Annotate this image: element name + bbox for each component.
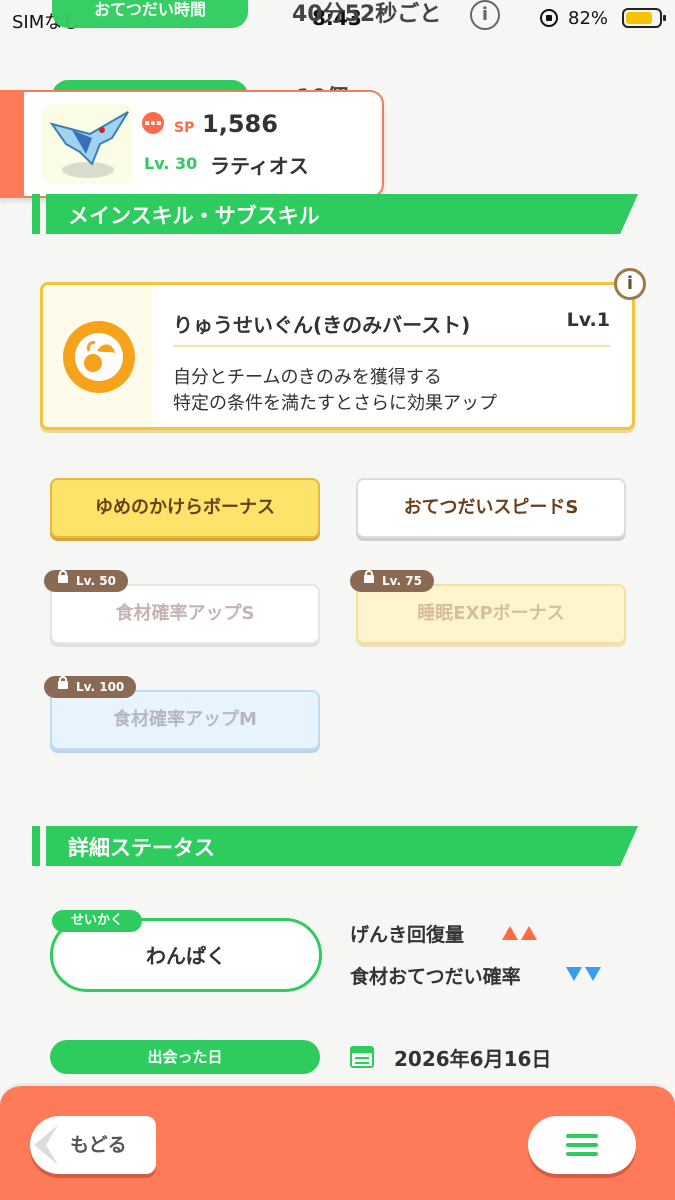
details-section-header: 詳細ステータス — [32, 826, 638, 866]
lock-icon — [58, 570, 68, 583]
up-arrows-icon — [502, 925, 540, 944]
card-stripe — [0, 90, 24, 198]
skills-section-header: メインスキル・サブスキル — [32, 194, 638, 234]
nature-up-label: げんき回復量 — [350, 924, 465, 946]
battery-fill — [626, 12, 652, 24]
pokemon-portrait — [42, 104, 132, 184]
subskill-helping-speed-s[interactable]: おてつだいスピードS — [356, 478, 626, 538]
subskill-dream-shard-bonus[interactable]: ゆめのかけらボーナス — [50, 478, 320, 538]
pokemon-card[interactable] — [0, 90, 384, 198]
pokemon-name: ラティオス — [210, 154, 309, 178]
nature-name: わんぱく — [146, 944, 226, 968]
met-date-value: 2026年6月16日 — [394, 1047, 552, 1071]
main-skill-level: Lv.1 — [566, 309, 610, 331]
back-button[interactable]: もどる — [30, 1116, 156, 1174]
header-accent — [32, 826, 40, 866]
help-info-icon[interactable]: i — [470, 0, 500, 30]
lock-level: Lv. 50 — [76, 574, 116, 588]
main-skill-desc-1: 自分とチームのきのみを獲得する — [173, 367, 442, 388]
sp-label: SP — [174, 120, 195, 136]
nature-tag: せいかく — [52, 910, 142, 932]
latios-icon — [49, 111, 129, 178]
help-time-value: 40分52秒ごと — [292, 2, 442, 27]
nature-down-label: 食材おてつだい確率 — [350, 966, 521, 988]
details-section-title: 詳細ステータス — [68, 836, 215, 860]
header-accent — [32, 194, 40, 234]
menu-icon-line — [566, 1152, 598, 1156]
lock-badge-lv100: Lv. 100 — [44, 676, 137, 698]
lock-badge-lv50: Lv. 50 — [44, 570, 128, 592]
main-skill-name: りゅうせいぐん(きのみバースト) — [173, 313, 471, 337]
battery-percent: 82% — [568, 8, 609, 29]
help-time-pill: おてつだい時間 — [52, 0, 248, 28]
skills-section-title: メインスキル・サブスキル — [68, 204, 320, 228]
main-skill-divider — [173, 345, 610, 347]
lock-level: Lv. 75 — [382, 574, 422, 588]
back-label: もどる — [70, 1134, 127, 1156]
menu-button[interactable] — [528, 1116, 636, 1174]
subskill-sleep-exp-bonus[interactable]: 睡眠EXPボーナス — [356, 584, 626, 644]
pokemon-level: Lv. 30 — [144, 154, 198, 173]
lock-level: Lv. 100 — [76, 680, 125, 694]
berry-burst-icon — [63, 321, 135, 393]
battery-icon — [622, 8, 666, 28]
pokeball-icon — [142, 112, 164, 134]
lock-icon — [58, 676, 68, 689]
met-date-label: 出会った日 — [50, 1040, 320, 1074]
lock-badge-lv75: Lv. 75 — [350, 570, 434, 592]
subskill-ingredient-finder-s[interactable]: 食材確率アップS — [50, 584, 320, 644]
menu-icon-line — [566, 1143, 598, 1147]
down-arrows-icon — [566, 966, 604, 985]
main-skill-desc-2: 特定の条件を満たすとさらに効果アップ — [173, 393, 497, 414]
menu-icon — [566, 1134, 598, 1138]
main-skill-info-icon[interactable]: i — [614, 268, 646, 300]
rotation-lock-icon — [540, 9, 558, 27]
sp-value: 1,586 — [202, 110, 278, 138]
lock-icon — [364, 570, 374, 583]
calendar-icon — [350, 1046, 374, 1068]
subskill-ingredient-finder-m[interactable]: 食材確率アップM — [50, 690, 320, 750]
main-skill-card[interactable]: りゅうせいぐん(きのみバースト) Lv.1 自分とチームのきのみを獲得する 特定… — [40, 282, 635, 430]
